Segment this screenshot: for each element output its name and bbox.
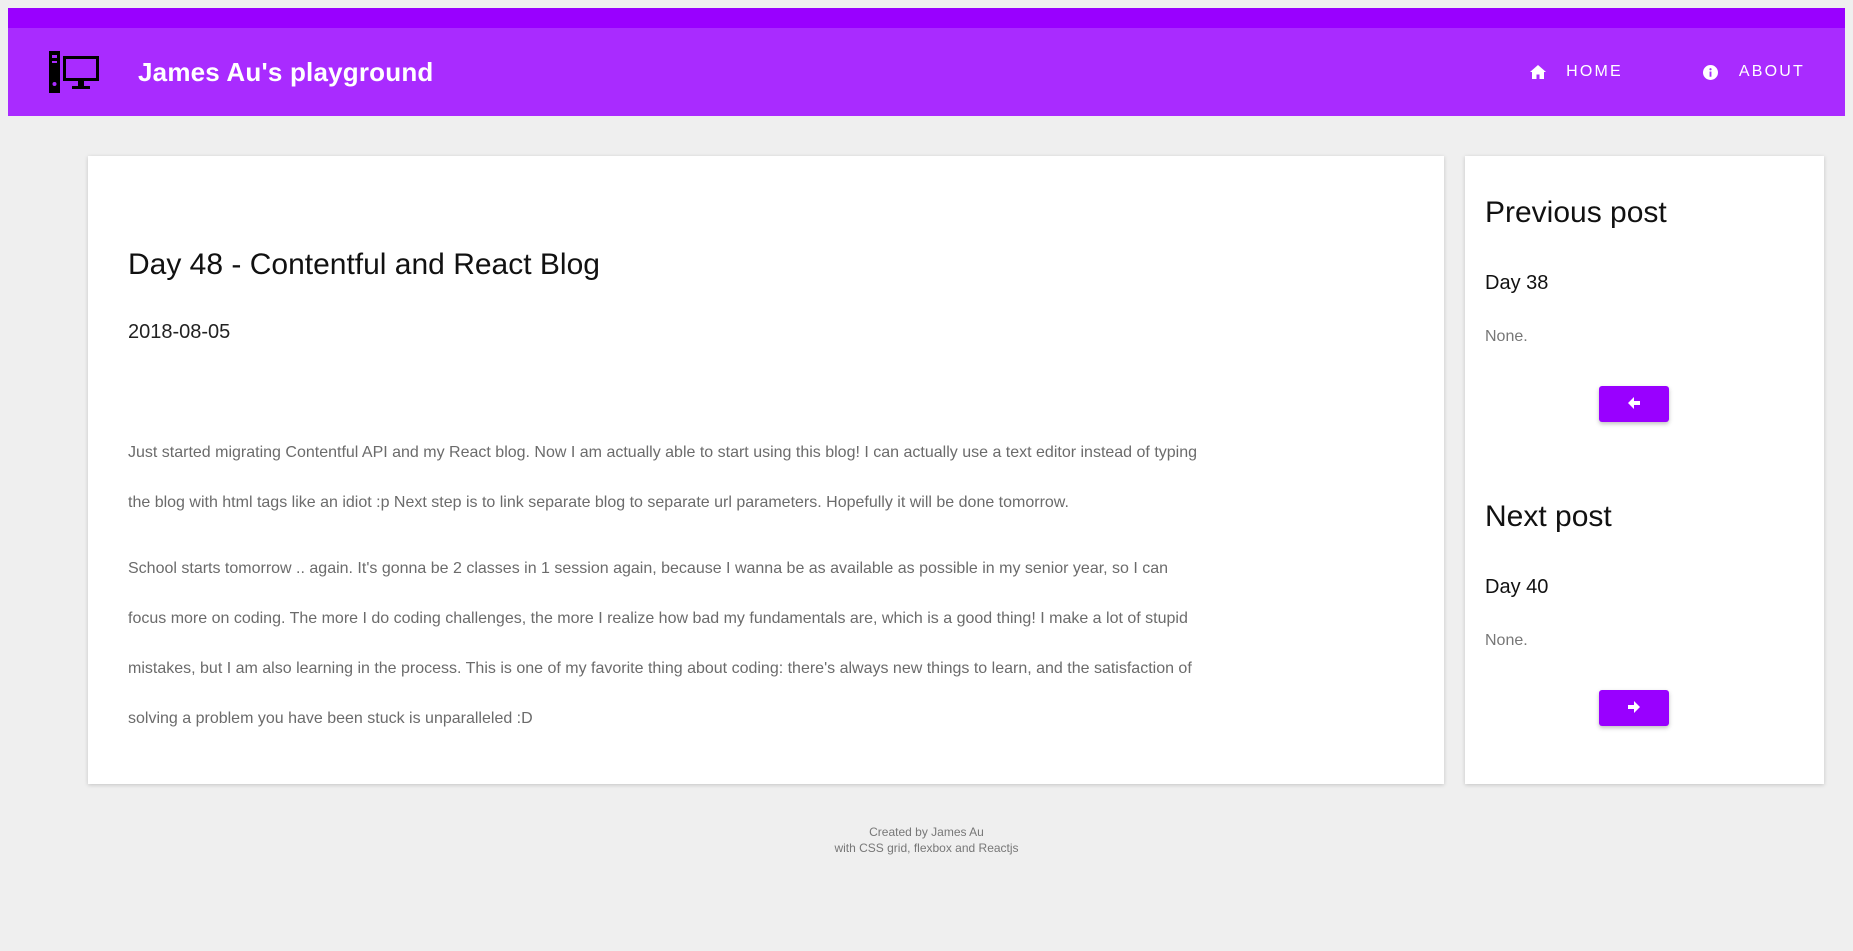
- post-body: Just started migrating Contentful API an…: [128, 428, 1208, 760]
- nav-home-label: HOME: [1566, 63, 1623, 80]
- home-icon: [1530, 64, 1547, 80]
- site-title: James Au's playground: [138, 56, 434, 87]
- nav-about-link[interactable]: ABOUT: [1703, 63, 1805, 81]
- desktop-computer-icon: [48, 50, 100, 94]
- previous-post-button[interactable]: [1599, 386, 1669, 422]
- footer-tech: with CSS grid, flexbox and Reactjs: [834, 841, 1019, 855]
- post-paragraph: Just started migrating Contentful API an…: [128, 444, 1198, 511]
- next-post-heading: Next post: [1485, 500, 1612, 533]
- nav-about-label: ABOUT: [1738, 63, 1805, 80]
- post-card: Day 48 - Contentful and React Blog 2018-…: [88, 156, 1444, 784]
- previous-post-title: Day 38: [1485, 272, 1549, 294]
- arrow-right-icon: [1627, 700, 1641, 717]
- site-header: James Au's playground HOME ABOUT: [8, 8, 1845, 116]
- previous-post-heading: Previous post: [1485, 196, 1667, 229]
- main-nav: HOME ABOUT: [1450, 28, 1805, 116]
- brand[interactable]: James Au's playground: [48, 28, 434, 116]
- info-circle-icon: [1703, 64, 1719, 80]
- previous-post-summary: None.: [1485, 328, 1528, 345]
- next-post-button[interactable]: [1599, 690, 1669, 726]
- post-paragraph: School starts tomorrow .. again. It's go…: [128, 560, 1192, 727]
- site-footer: Created by James Au with CSS grid, flexb…: [8, 824, 1845, 856]
- footer-credit: Created by James Au: [869, 825, 984, 839]
- arrow-left-icon: [1627, 396, 1641, 413]
- post-title: Day 48 - Contentful and React Blog: [128, 248, 600, 281]
- post-date: 2018-08-05: [128, 321, 231, 343]
- nav-home-link[interactable]: HOME: [1530, 63, 1623, 81]
- page: James Au's playground HOME ABOUT Day 48 …: [8, 8, 1845, 951]
- next-post-title: Day 40: [1485, 576, 1549, 598]
- next-post-summary: None.: [1485, 632, 1528, 649]
- post-navigation-card: Previous post Day 38 None. Next post Day…: [1465, 156, 1824, 784]
